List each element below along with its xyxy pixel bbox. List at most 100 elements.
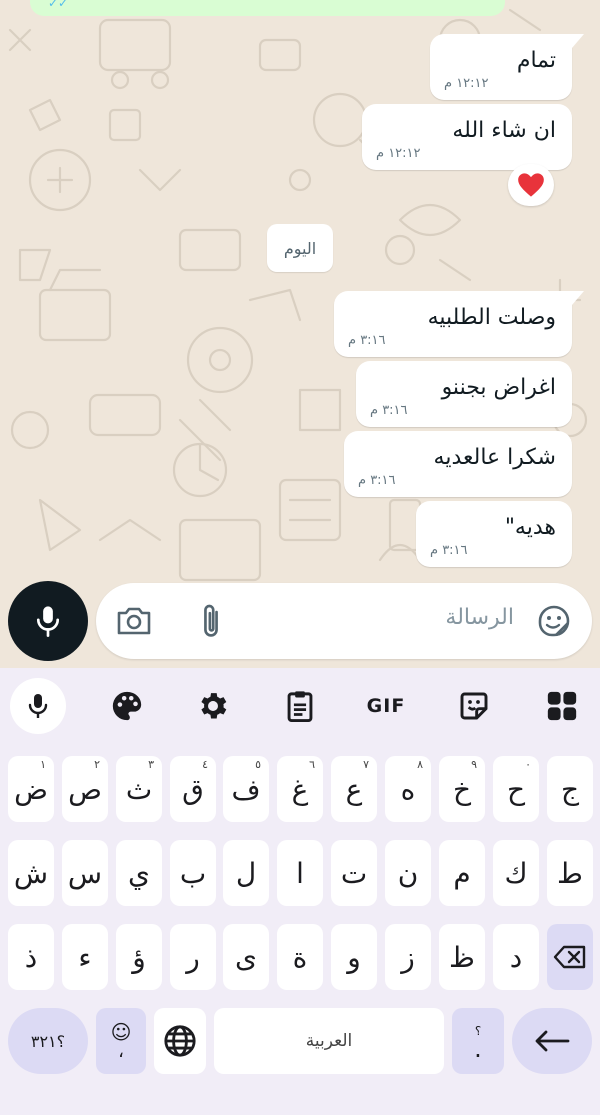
key[interactable]: و bbox=[331, 924, 377, 990]
message-input[interactable]: الرسالة bbox=[96, 583, 592, 659]
attach-icon[interactable] bbox=[196, 601, 226, 641]
clipboard-icon bbox=[287, 691, 313, 723]
gif-label: GIF bbox=[366, 695, 406, 717]
date-divider: اليوم bbox=[267, 224, 333, 272]
key[interactable]: س bbox=[62, 840, 108, 906]
settings-icon bbox=[201, 693, 227, 719]
message-placeholder: الرسالة bbox=[445, 605, 514, 630]
key[interactable]: ٢ص bbox=[62, 756, 108, 822]
key[interactable]: ن bbox=[385, 840, 431, 906]
message-time: ٣:١٦ م bbox=[358, 473, 396, 488]
key[interactable]: ٦غ bbox=[277, 756, 323, 822]
key[interactable]: ا bbox=[277, 840, 323, 906]
message-text: شكرا عالعديه bbox=[433, 445, 556, 470]
key[interactable]: ٤ق bbox=[170, 756, 216, 822]
grid-icon bbox=[547, 691, 577, 721]
message-time: ٣:١٦ م bbox=[348, 333, 386, 348]
keyboard: GIF ١ض ٢ص ٣ث ٤ق ٥ف ٦غ ٧ع ٨ه ٩خ ٠ح ج ش س … bbox=[0, 668, 600, 1115]
message-time: ٣:١٦ م bbox=[370, 403, 408, 418]
key-label: ه bbox=[400, 772, 416, 806]
emoji-icon: ☺ bbox=[110, 1020, 132, 1044]
key[interactable]: ٥ف bbox=[223, 756, 269, 822]
globe-icon bbox=[164, 1025, 196, 1057]
key[interactable]: ل bbox=[223, 840, 269, 906]
backspace-key[interactable] bbox=[547, 924, 593, 990]
reaction-badge[interactable] bbox=[508, 164, 554, 206]
emoji-comma-key[interactable]: ☺ ، bbox=[96, 1008, 146, 1074]
key[interactable]: ٣ث bbox=[116, 756, 162, 822]
message-time: ١٢:١٢ م bbox=[376, 146, 421, 161]
comma-label: ، bbox=[118, 1041, 124, 1062]
key[interactable]: م bbox=[439, 840, 485, 906]
chat-area: ✓✓ تمام ١٢:١٢ م ان شاء الله ١٢:١٢ م اليو… bbox=[0, 0, 600, 668]
key-hint: ١ bbox=[40, 758, 46, 771]
key[interactable]: ت bbox=[331, 840, 377, 906]
previous-message-bubble[interactable]: ✓✓ bbox=[30, 0, 505, 16]
key[interactable]: ء bbox=[62, 924, 108, 990]
language-key[interactable] bbox=[154, 1008, 206, 1074]
message-time: ٣:١٦ م bbox=[430, 543, 468, 558]
message-text: تمام bbox=[516, 48, 556, 73]
key-hint: ٤ bbox=[202, 758, 208, 771]
message-text: وصلت الطلبيه bbox=[427, 305, 556, 330]
key[interactable]: ظ bbox=[439, 924, 485, 990]
key[interactable]: ر bbox=[170, 924, 216, 990]
key[interactable]: ؤ bbox=[116, 924, 162, 990]
camera-icon[interactable] bbox=[114, 603, 154, 639]
symbols-key[interactable]: ؟٣٢١ bbox=[8, 1008, 88, 1074]
key[interactable]: ب bbox=[170, 840, 216, 906]
period-key[interactable]: ؟ . bbox=[452, 1008, 504, 1074]
sticker-icon[interactable] bbox=[534, 601, 574, 641]
key[interactable]: ة bbox=[277, 924, 323, 990]
key-hint: ٧ bbox=[363, 758, 369, 771]
key-label: ح bbox=[506, 772, 526, 806]
key[interactable]: ز bbox=[385, 924, 431, 990]
message-bubble[interactable]: وصلت الطلبيه ٣:١٦ م bbox=[334, 291, 584, 357]
voice-record-button[interactable] bbox=[8, 581, 88, 661]
gif-button[interactable]: GIF bbox=[358, 678, 414, 734]
message-bubble[interactable]: شكرا عالعديه ٣:١٦ م bbox=[344, 431, 572, 497]
key[interactable]: ١ض bbox=[8, 756, 54, 822]
mic-icon bbox=[36, 606, 60, 637]
key[interactable]: ٧ع bbox=[331, 756, 377, 822]
sticker-icon bbox=[460, 692, 488, 720]
key[interactable]: ٠ح bbox=[493, 756, 539, 822]
message-time: ١٢:١٢ م bbox=[444, 76, 489, 91]
key[interactable]: ٨ه bbox=[385, 756, 431, 822]
key-hint: ٩ bbox=[471, 758, 477, 771]
heart-icon bbox=[518, 173, 544, 197]
palette-icon bbox=[112, 691, 142, 721]
message-text: هديه" bbox=[504, 515, 556, 540]
theme-button[interactable] bbox=[99, 678, 155, 734]
message-text: اغراض بجننو bbox=[441, 375, 556, 400]
message-bubble[interactable]: اغراض بجننو ٣:١٦ م bbox=[356, 361, 572, 427]
keyboard-voice-button[interactable] bbox=[10, 678, 66, 734]
key[interactable]: ٩خ bbox=[439, 756, 485, 822]
keyboard-settings-button[interactable] bbox=[185, 678, 241, 734]
period-label: . bbox=[474, 1035, 482, 1063]
message-bubble[interactable]: ان شاء الله ١٢:١٢ م bbox=[362, 104, 572, 170]
message-bubble[interactable]: تمام ١٢:١٢ م bbox=[430, 34, 584, 100]
enter-key[interactable] bbox=[512, 1008, 592, 1074]
key[interactable]: د bbox=[493, 924, 539, 990]
key-label: ص bbox=[68, 772, 102, 806]
message-bubble[interactable]: هديه" ٣:١٦ م bbox=[416, 501, 572, 567]
key-label: ث bbox=[125, 772, 153, 806]
key[interactable]: ط bbox=[547, 840, 593, 906]
enter-arrow-icon bbox=[535, 1030, 570, 1052]
key[interactable]: ش bbox=[8, 840, 54, 906]
key-label: خ bbox=[452, 772, 472, 806]
sticker-button[interactable] bbox=[446, 678, 502, 734]
key[interactable]: ج bbox=[547, 756, 593, 822]
key[interactable]: ى bbox=[223, 924, 269, 990]
key-label: ف bbox=[231, 772, 261, 806]
clipboard-button[interactable] bbox=[272, 678, 328, 734]
key[interactable]: ذ bbox=[8, 924, 54, 990]
key[interactable]: ي bbox=[116, 840, 162, 906]
apps-button[interactable] bbox=[534, 678, 590, 734]
space-key[interactable]: العربية bbox=[214, 1008, 444, 1074]
key[interactable]: ك bbox=[493, 840, 539, 906]
key-hint: ٣ bbox=[148, 758, 154, 771]
message-text: ان شاء الله bbox=[452, 118, 556, 143]
read-receipt-icon: ✓✓ bbox=[48, 0, 69, 10]
